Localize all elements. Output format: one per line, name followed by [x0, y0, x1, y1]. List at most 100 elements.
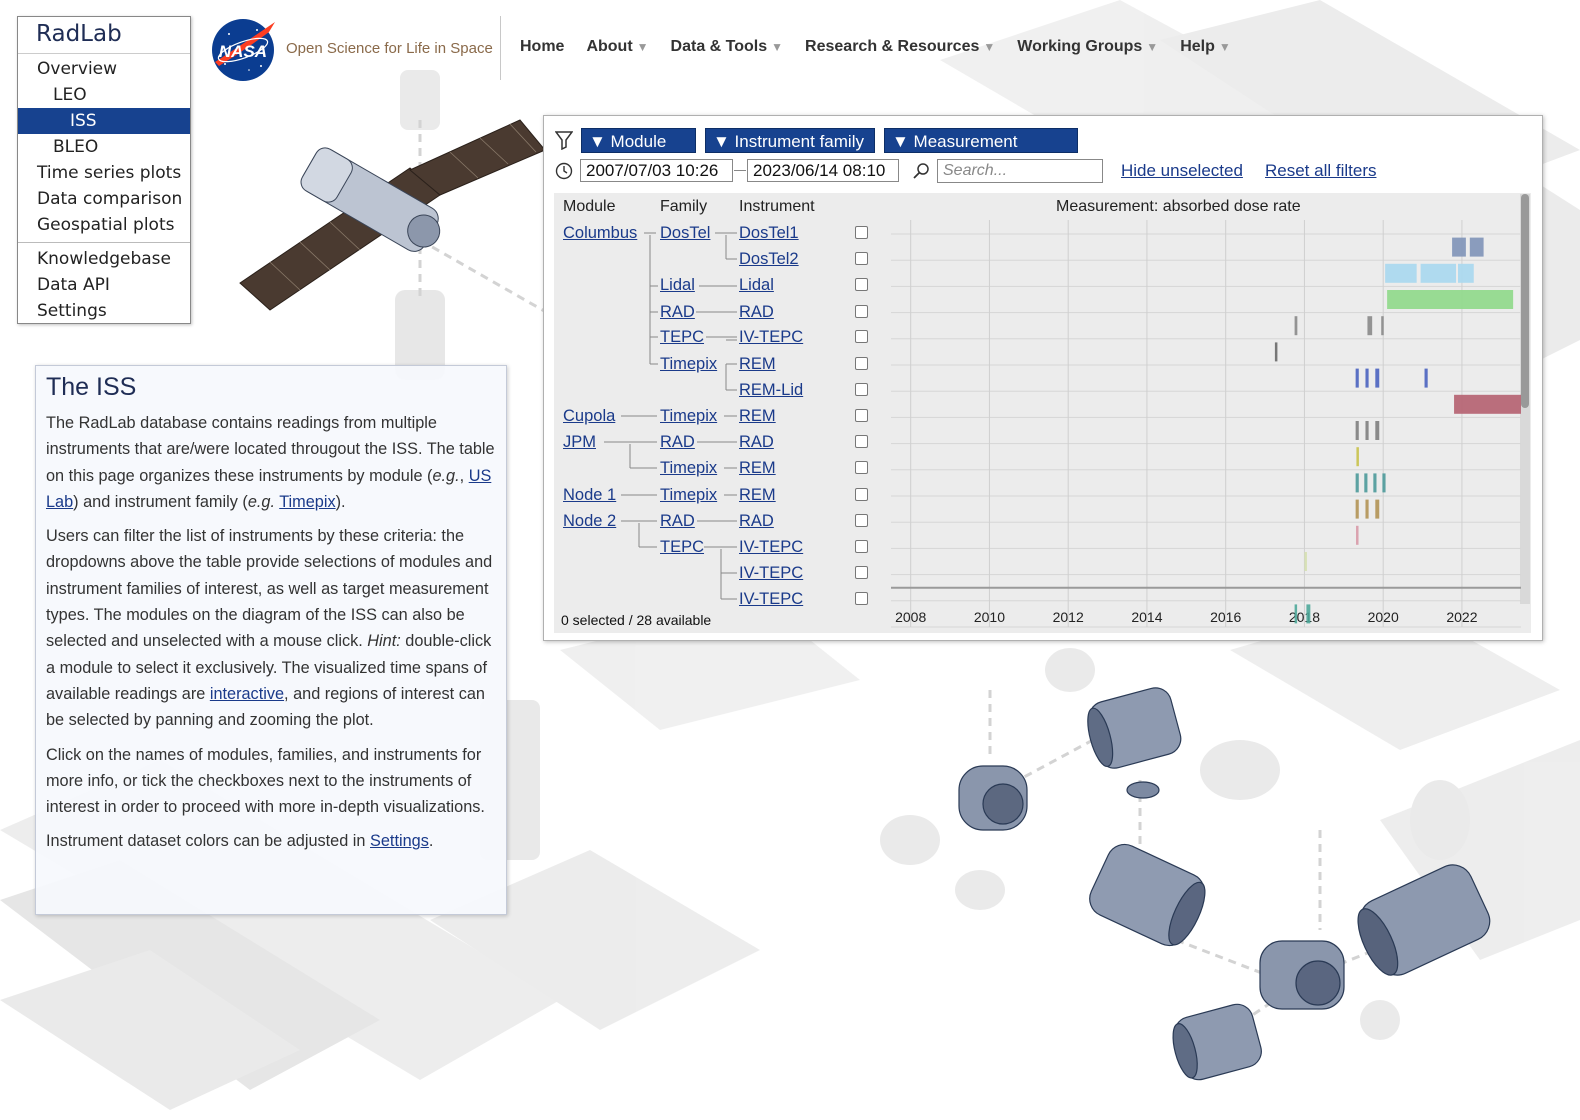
data-span[interactable]: [1365, 368, 1369, 388]
family-link[interactable]: Timepix: [660, 486, 717, 505]
data-span[interactable]: [1381, 316, 1384, 336]
module-link-columbus[interactable]: Columbus: [563, 224, 637, 243]
data-span[interactable]: [1355, 473, 1359, 493]
reset-filters-link[interactable]: Reset all filters: [1265, 161, 1376, 181]
family-link[interactable]: RAD: [660, 303, 695, 322]
interactive-link[interactable]: interactive: [210, 685, 284, 703]
nasa-logo[interactable]: NASA: [209, 16, 277, 82]
data-span[interactable]: [1365, 421, 1369, 440]
instrument-checkbox[interactable]: [855, 409, 868, 422]
nav-item-data-api[interactable]: Data API: [18, 272, 190, 298]
search-input[interactable]: Search...: [937, 159, 1103, 183]
instrument-checkbox[interactable]: [855, 540, 868, 553]
instrument-link[interactable]: RAD: [739, 433, 774, 452]
scrollbar-thumb[interactable]: [1521, 194, 1529, 408]
topnav-working-groups[interactable]: Working Groups ▼: [1017, 38, 1158, 56]
data-span[interactable]: [1306, 604, 1311, 624]
data-span[interactable]: [1385, 263, 1417, 283]
topnav-home[interactable]: Home: [520, 38, 564, 56]
family-link[interactable]: Timepix: [660, 459, 717, 478]
data-span[interactable]: [1375, 499, 1380, 519]
family-link[interactable]: Timepix: [660, 355, 717, 374]
data-span[interactable]: [1294, 316, 1298, 336]
instrument-checkbox[interactable]: [855, 305, 868, 318]
instrument-checkbox[interactable]: [855, 488, 868, 501]
nav-item-geospatial-plots[interactable]: Geospatial plots: [18, 212, 190, 238]
instrument-link[interactable]: REM: [739, 459, 776, 478]
data-span[interactable]: [1274, 342, 1278, 362]
instrument-link[interactable]: RAD: [739, 303, 774, 322]
family-link[interactable]: RAD: [660, 433, 695, 452]
module-link-jpm[interactable]: JPM: [563, 433, 596, 452]
instrument-link[interactable]: IV-TEPC: [739, 564, 803, 583]
instrument-link[interactable]: IV-TEPC: [739, 590, 803, 609]
nav-item-bleo[interactable]: BLEO: [18, 134, 190, 160]
measurement-dropdown[interactable]: ▼ Measurement: [884, 128, 1078, 153]
family-link[interactable]: TEPC: [660, 328, 704, 347]
data-span[interactable]: [1356, 447, 1359, 467]
instrument-link[interactable]: REM: [739, 355, 776, 374]
instrument-checkbox[interactable]: [855, 461, 868, 474]
instrument-link[interactable]: DosTel1: [739, 224, 799, 243]
nav-item-settings[interactable]: Settings: [18, 298, 190, 324]
family-link[interactable]: RAD: [660, 512, 695, 531]
data-span[interactable]: [1373, 473, 1377, 493]
module-link-node-1[interactable]: Node 1: [563, 486, 616, 505]
instrument-checkbox[interactable]: [855, 252, 868, 265]
data-span[interactable]: [1375, 421, 1380, 440]
data-span[interactable]: [1304, 552, 1307, 571]
data-span[interactable]: [1452, 237, 1466, 257]
family-link[interactable]: TEPC: [660, 538, 704, 557]
data-span[interactable]: [1367, 316, 1373, 336]
instrument-checkbox[interactable]: [855, 278, 868, 291]
nav-item-time-series-plots[interactable]: Time series plots: [18, 160, 190, 186]
hide-unselected-link[interactable]: Hide unselected: [1121, 161, 1243, 181]
instrument-checkbox[interactable]: [855, 357, 868, 370]
instrument-link[interactable]: REM: [739, 486, 776, 505]
data-span[interactable]: [1375, 368, 1380, 388]
topnav-data-tools[interactable]: Data & Tools ▼: [671, 38, 784, 56]
data-span[interactable]: [1454, 394, 1521, 414]
topnav-research-resources[interactable]: Research & Resources ▼: [805, 38, 995, 56]
data-span[interactable]: [1364, 473, 1368, 493]
instrument-checkbox[interactable]: [855, 514, 868, 527]
timeline-plot[interactable]: 2008 2010 2012 2014 2016 2018 2020 2022: [881, 216, 1521, 636]
timepix-link[interactable]: Timepix: [279, 493, 335, 511]
data-span[interactable]: [1469, 237, 1484, 257]
instrument-link[interactable]: DosTel2: [739, 250, 799, 269]
module-link-node-2[interactable]: Node 2: [563, 512, 616, 531]
data-span[interactable]: [1356, 525, 1359, 545]
app-brand[interactable]: RadLab: [18, 17, 190, 54]
topnav-help[interactable]: Help ▼: [1180, 38, 1231, 56]
instrument-link[interactable]: IV-TEPC: [739, 538, 803, 557]
nav-item-overview[interactable]: Overview: [18, 56, 190, 82]
module-link-cupola[interactable]: Cupola: [563, 407, 615, 426]
instrument-checkbox[interactable]: [855, 592, 868, 605]
data-span[interactable]: [1355, 499, 1359, 519]
instrument-link[interactable]: REM-Lid: [739, 381, 803, 400]
data-span[interactable]: [1424, 368, 1428, 388]
nav-item-knowledgebase[interactable]: Knowledgebase: [18, 246, 190, 272]
family-link[interactable]: Timepix: [660, 407, 717, 426]
data-span[interactable]: [1355, 421, 1359, 440]
instrument-link[interactable]: Lidal: [739, 276, 774, 295]
nav-item-iss[interactable]: ISS: [18, 108, 190, 134]
family-link[interactable]: Lidal: [660, 276, 695, 295]
instrument-link[interactable]: REM: [739, 407, 776, 426]
instrument-checkbox[interactable]: [855, 330, 868, 343]
nav-item-leo[interactable]: LEO: [18, 82, 190, 108]
data-span[interactable]: [1355, 368, 1359, 388]
data-span[interactable]: [1387, 290, 1514, 309]
data-span[interactable]: [1365, 499, 1369, 519]
nav-item-data-comparison[interactable]: Data comparison: [18, 186, 190, 212]
instrument-checkbox[interactable]: [855, 566, 868, 579]
instrument-link[interactable]: IV-TEPC: [739, 328, 803, 347]
family-link[interactable]: DosTel: [660, 224, 710, 243]
data-span[interactable]: [1382, 473, 1386, 493]
instrument-link[interactable]: RAD: [739, 512, 774, 531]
data-span[interactable]: [1294, 604, 1298, 624]
instrument-checkbox[interactable]: [855, 383, 868, 396]
data-span[interactable]: [1458, 263, 1474, 283]
instrument-checkbox[interactable]: [855, 226, 868, 239]
instrument-checkbox[interactable]: [855, 435, 868, 448]
